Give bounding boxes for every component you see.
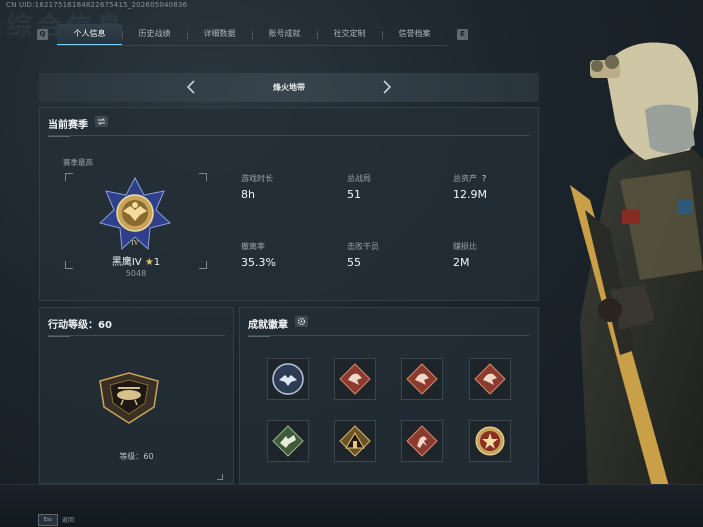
red-diamond-beast-badge-icon — [474, 363, 506, 395]
badge-slot-3[interactable] — [401, 358, 443, 400]
badge-slot-4[interactable] — [469, 358, 511, 400]
uid-label: CN UID:16217516184822675415_202605040836 — [6, 1, 188, 9]
stat-total-matches-value: 51 — [347, 188, 361, 201]
stat-operators-killed-label: 击败干员 — [347, 242, 379, 251]
rank-score: 5048 — [125, 269, 147, 278]
badge-slot-5[interactable] — [267, 420, 309, 462]
frame-corner — [65, 173, 73, 181]
tab-social-customization[interactable]: 社交定制 — [317, 24, 382, 46]
stat-extraction-rate-label: 撤离率 — [241, 242, 265, 251]
rank-name: 黑鹰IV ★1 — [111, 257, 161, 268]
frame-corner — [199, 173, 207, 181]
green-diamond-eagle-badge-icon — [272, 425, 304, 457]
achievements-title: 成就徽章 — [248, 316, 309, 331]
frame-corner — [199, 261, 207, 269]
tab-bar: 个人信息 历史战绩 详细数据 账号成就 社交定制 信誉档案 — [57, 24, 447, 46]
eagle-round-badge-icon — [272, 363, 304, 395]
bottom-bar — [0, 484, 703, 527]
frame-corner — [65, 261, 73, 269]
esc-key-hint[interactable]: Esc — [38, 514, 58, 526]
badge-slot-2[interactable] — [334, 358, 376, 400]
frame-corner — [217, 474, 223, 480]
stat-playtime-label: 游戏时长 — [241, 174, 273, 183]
badge-slot-8[interactable] — [469, 420, 511, 462]
stat-total-matches-label: 总战局 — [347, 174, 371, 183]
mode-selector: 烽火地带 — [39, 73, 539, 102]
gold-star-seal-badge-icon — [475, 426, 505, 456]
back-label[interactable]: 返回 — [62, 515, 74, 524]
red-diamond-runner-badge-icon — [406, 425, 438, 457]
patch-icon — [622, 210, 640, 224]
season-peak-label: 赛季最高 — [63, 158, 93, 167]
stat-total-assets-value: 12.9M — [453, 188, 487, 201]
badge-slot-1[interactable] — [267, 358, 309, 400]
level-emblem-icon — [99, 372, 159, 424]
gold-pyramid-badge-icon — [339, 425, 371, 457]
star-icon: ★ — [144, 257, 154, 268]
achievements-title-rule — [248, 335, 530, 337]
stat-extraction-rate-value: 35.3% — [241, 256, 276, 269]
stat-profit-loss-value: 2M — [453, 256, 470, 269]
mode-title: 烽火地带 — [273, 83, 305, 92]
badge-slot-7[interactable] — [401, 420, 443, 462]
chevron-right-icon[interactable] — [379, 80, 393, 94]
season-title-rule — [48, 135, 530, 137]
tab-reputation-file[interactable]: 信誉档案 — [382, 24, 447, 46]
tab-prev-key-hint[interactable]: Q — [37, 29, 48, 40]
tab-next-key-hint[interactable]: E — [457, 29, 468, 40]
level-title-rule — [48, 335, 225, 337]
help-icon[interactable]: ? — [482, 174, 486, 183]
gear-icon[interactable] — [295, 316, 309, 327]
tab-personal-info[interactable]: 个人信息 — [57, 24, 122, 46]
red-diamond-beast-badge-icon — [339, 363, 371, 395]
operator-character-art — [570, 42, 703, 527]
swap-icon[interactable] — [95, 116, 109, 127]
tab-account-achievements[interactable]: 账号成就 — [252, 24, 317, 46]
season-title: 当前赛季 — [48, 116, 109, 131]
tab-detailed-data[interactable]: 详细数据 — [187, 24, 252, 46]
stat-playtime-value: 8h — [241, 188, 255, 201]
svg-text:IV: IV — [131, 239, 138, 247]
level-title: 行动等级：60 — [48, 320, 112, 331]
tab-bar-divider — [57, 45, 447, 46]
level-text: 等级：60 — [119, 452, 154, 461]
tab-match-history[interactable]: 历史战绩 — [122, 24, 187, 46]
badge-slot-6[interactable] — [334, 420, 376, 462]
red-diamond-beast-badge-icon — [406, 363, 438, 395]
rank-emblem-icon: IV — [98, 176, 172, 251]
stat-profit-loss-label: 赚损比 — [453, 242, 477, 251]
stat-total-assets-label: 总资产? — [453, 174, 487, 183]
stat-operators-killed-value: 55 — [347, 256, 361, 269]
